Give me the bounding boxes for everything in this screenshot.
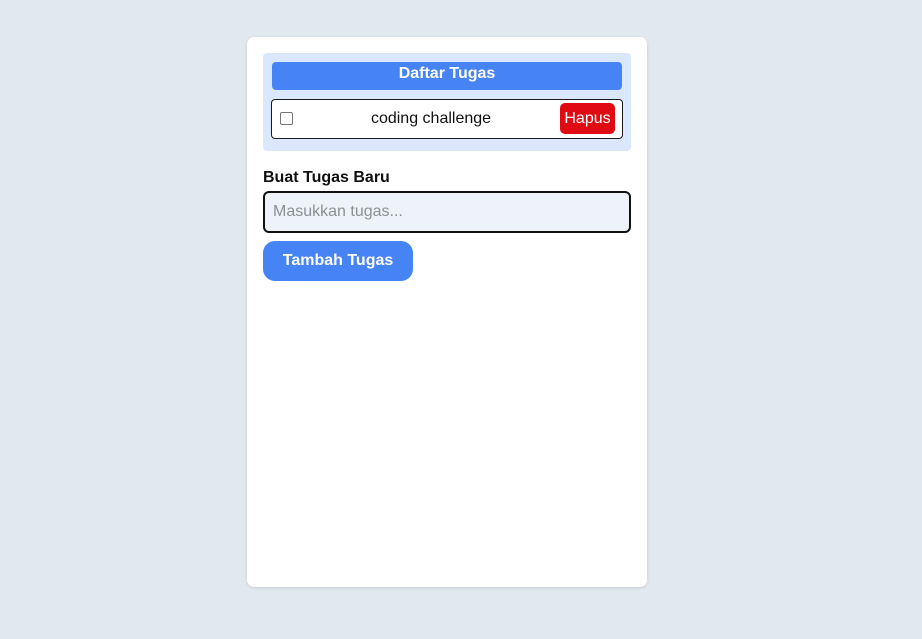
task-text: coding challenge — [370, 110, 492, 127]
task-list-panel: Daftar Tugas coding challenge Hapus — [263, 53, 631, 151]
task-list-title: Daftar Tugas — [272, 62, 622, 90]
task-checkbox[interactable] — [280, 112, 293, 125]
delete-task-button[interactable]: Hapus — [560, 103, 615, 134]
todo-card: Daftar Tugas coding challenge Hapus Buat… — [247, 37, 647, 587]
new-task-input[interactable] — [263, 191, 631, 233]
task-list-item: coding challenge Hapus — [271, 99, 623, 139]
add-task-button[interactable]: Tambah Tugas — [263, 241, 413, 281]
new-task-label: Buat Tugas Baru — [263, 169, 390, 186]
